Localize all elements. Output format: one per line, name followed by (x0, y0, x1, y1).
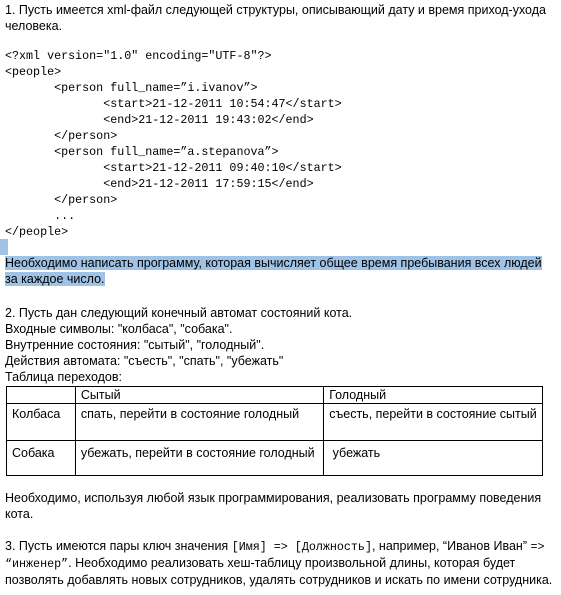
task2-task-text: Необходимо, используя любой язык програм… (5, 491, 542, 521)
code-line: <person full_name=”i.ivanov”> (5, 81, 258, 95)
code-line: ... (5, 209, 76, 223)
task1-intro: 1. Пусть имеется xml-файл следующей стру… (5, 3, 546, 33)
code-line: <?xml version="1.0" encoding="UTF-8"?> (5, 49, 272, 63)
table-cell: убежать (323, 440, 543, 476)
transition-table: Сытый Голодный Колбаса спать, перейти в … (6, 386, 543, 476)
task2-intro: 2. Пусть дан следующий конечный автомат … (5, 305, 555, 385)
task3-part3: . Необходимо реализовать хеш-таблицу про… (5, 556, 553, 587)
task2-actions: Действия автомата: "съесть", "спать", "у… (5, 354, 284, 368)
code-line: <end>21-12-2011 17:59:15</end> (5, 177, 314, 191)
task3-text: 3. Пусть имеются пары ключ значения [Имя… (5, 538, 555, 588)
table-header-cell: Голодный (323, 386, 543, 404)
code-line: <start>21-12-2011 09:40:10</start> (5, 161, 342, 175)
xml-code-block: <?xml version="1.0" encoding="UTF-8"?> <… (5, 48, 555, 240)
code-line: <end>21-12-2011 19:43:02</end> (5, 113, 314, 127)
task3-part1: 3. Пусть имеются пары ключ значения (5, 539, 232, 553)
table-header-row: Сытый Голодный (6, 386, 543, 404)
table-cell: Собака (6, 440, 76, 476)
code-line: <person full_name=”a.stepanova”> (5, 145, 279, 159)
selected-text[interactable]: Необходимо написать программу, которая в… (5, 256, 542, 286)
task2-states: Внутренние состояния: "сытый", "голодный… (5, 338, 265, 352)
code-line: <people> (5, 65, 62, 79)
task2-table-title: Таблица переходов: (5, 370, 122, 384)
task2-inputs: Входные символы: "колбаса", "собака". (5, 322, 233, 336)
code-line: </people> (5, 225, 69, 239)
code-line: <start>21-12-2011 10:54:47</start> (5, 97, 342, 111)
task3-part2: , например, “Иванов Иван” (371, 539, 527, 553)
table-header-cell: Сытый (74, 386, 325, 404)
code-line: </person> (5, 129, 118, 143)
table-cell: съесть, перейти в состояние сытый (323, 403, 543, 441)
selection-highlight (0, 239, 8, 255)
table-cell: Колбаса (6, 403, 76, 441)
task3-code1: [Имя] => [Должность] (231, 540, 372, 554)
table-cell: убежать, перейти в состояние голодный (74, 440, 325, 476)
table-row: Собака убежать, перейти в состояние голо… (6, 440, 543, 476)
task1-task-text[interactable]: Необходимо написать программу, которая в… (5, 255, 554, 287)
table-header-cell (6, 386, 76, 404)
code-line: </person> (5, 193, 118, 207)
table-cell: спать, перейти в состояние голодный (74, 403, 325, 441)
table-row: Колбаса спать, перейти в состояние голод… (6, 403, 543, 441)
